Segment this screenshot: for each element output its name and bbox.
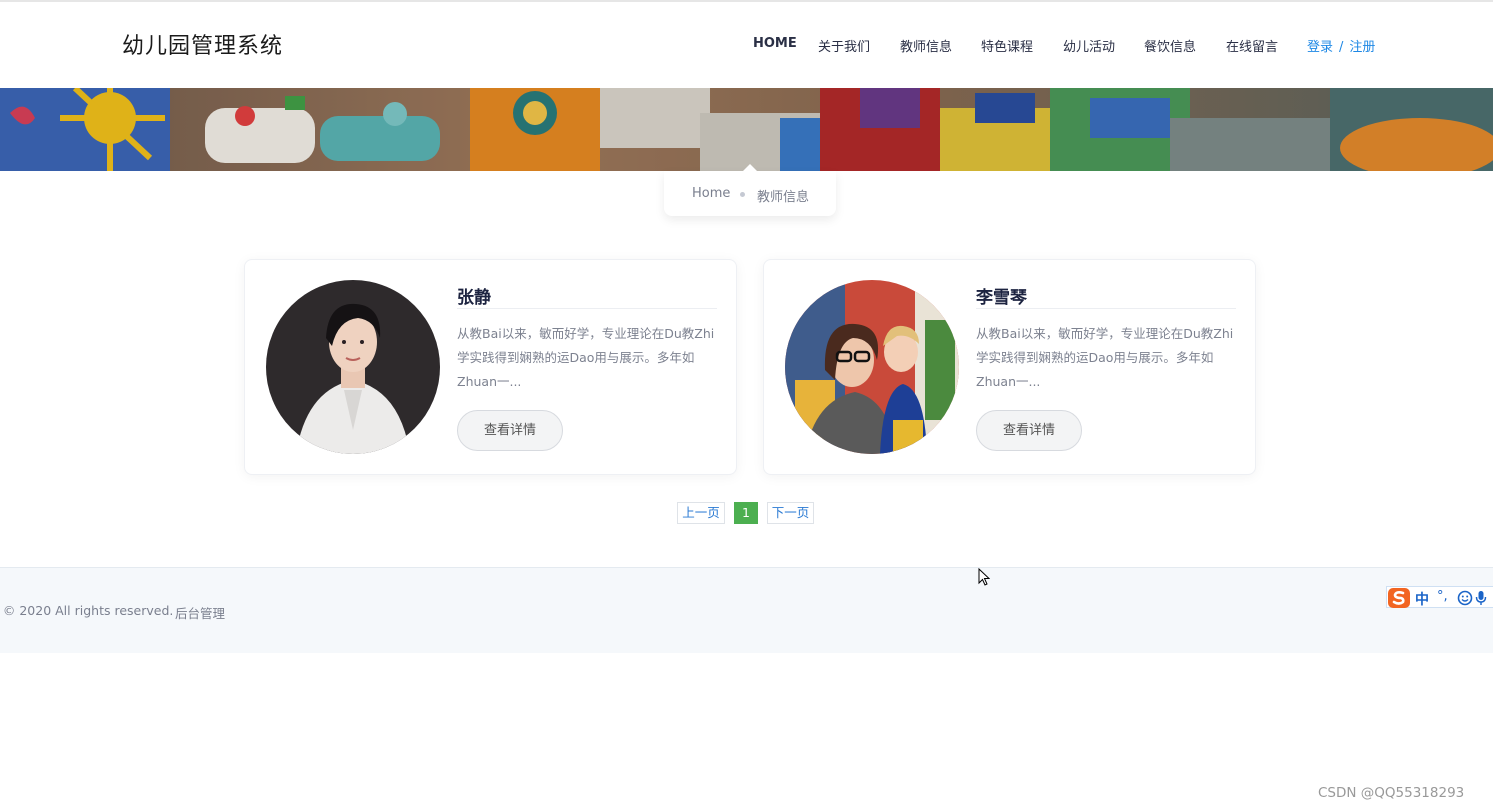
teacher-description: 从教Bai以来，敏而好学，专业理论在Du教Zhi学实践得到娴熟的运Dao用与展示…: [976, 326, 1234, 389]
microphone-icon[interactable]: [1475, 590, 1487, 606]
auth-separator: /: [1339, 40, 1344, 55]
teacher-card: 李雪琴 从教Bai以来，敏而好学，专业理论在Du教Zhi学实践得到娴熟的运Dao…: [763, 259, 1256, 475]
view-details-button[interactable]: 查看详情: [976, 410, 1082, 451]
teacher-photo[interactable]: [266, 280, 440, 454]
teacher-photo[interactable]: [785, 280, 959, 454]
page: 幼儿园管理系统 HOME 关于我们 教师信息 特色课程 幼儿活动 餐饮信息 在线…: [0, 0, 1493, 811]
teacher-name[interactable]: 张静: [457, 283, 491, 308]
register-link[interactable]: 注册: [1349, 40, 1375, 55]
nav-item-teachers[interactable]: 教师信息: [900, 36, 952, 55]
pagination: 上一页 1 下一页: [0, 502, 1493, 524]
header: 幼儿园管理系统 HOME 关于我们 教师信息 特色课程 幼儿活动 餐饮信息 在线…: [0, 2, 1493, 88]
admin-link[interactable]: 后台管理: [175, 603, 225, 622]
auth-links: 登录 / 注册: [1307, 36, 1375, 55]
breadcrumb: Home 教师信息: [664, 164, 836, 216]
current-page[interactable]: 1: [734, 502, 758, 524]
smiley-icon[interactable]: [1457, 590, 1473, 606]
sogou-logo-icon: [1388, 588, 1410, 608]
main-nav: HOME 关于我们 教师信息 特色课程 幼儿活动 餐饮信息 在线留言 登录 / 注册: [0, 36, 1493, 56]
nav-item-messages[interactable]: 在线留言: [1226, 36, 1278, 55]
nav-item-meals[interactable]: 餐饮信息: [1144, 36, 1196, 55]
breadcrumb-dot-separator: [740, 192, 745, 197]
footer: t © 2020 All rights reserved. 后台管理: [0, 567, 1493, 653]
teacher-card: 张静 从教Bai以来，敏而好学，专业理论在Du教Zhi学实践得到娴熟的运Dao用…: [244, 259, 737, 475]
breadcrumb-home-link[interactable]: Home: [692, 186, 730, 201]
breadcrumb-current: 教师信息: [757, 190, 810, 205]
banner-image: [0, 88, 1493, 171]
name-divider: [976, 308, 1236, 309]
nav-item-about[interactable]: 关于我们: [818, 36, 870, 55]
login-link[interactable]: 登录: [1307, 40, 1333, 55]
next-page-link[interactable]: 下一页: [767, 502, 814, 524]
teacher-description: 从教Bai以来，敏而好学，专业理论在Du教Zhi学实践得到娴熟的运Dao用与展示…: [457, 326, 715, 389]
nav-item-activities[interactable]: 幼儿活动: [1063, 36, 1115, 55]
ime-toolbar[interactable]: 中 °,: [1386, 586, 1493, 608]
ime-punct-toggle[interactable]: °,: [1437, 589, 1448, 604]
copyright-text: t © 2020 All rights reserved.: [0, 603, 174, 618]
teacher-name[interactable]: 李雪琴: [976, 283, 1027, 308]
watermark: CSDN @QQ55318293: [1318, 785, 1465, 801]
nav-item-courses[interactable]: 特色课程: [981, 36, 1033, 55]
ime-mode-label[interactable]: 中: [1415, 589, 1429, 609]
name-divider: [457, 308, 717, 309]
mouse-cursor-icon: [978, 568, 990, 586]
view-details-button[interactable]: 查看详情: [457, 410, 563, 451]
prev-page-link[interactable]: 上一页: [677, 502, 725, 524]
nav-item-home[interactable]: HOME: [753, 36, 797, 51]
breadcrumb-notch: [742, 164, 758, 172]
